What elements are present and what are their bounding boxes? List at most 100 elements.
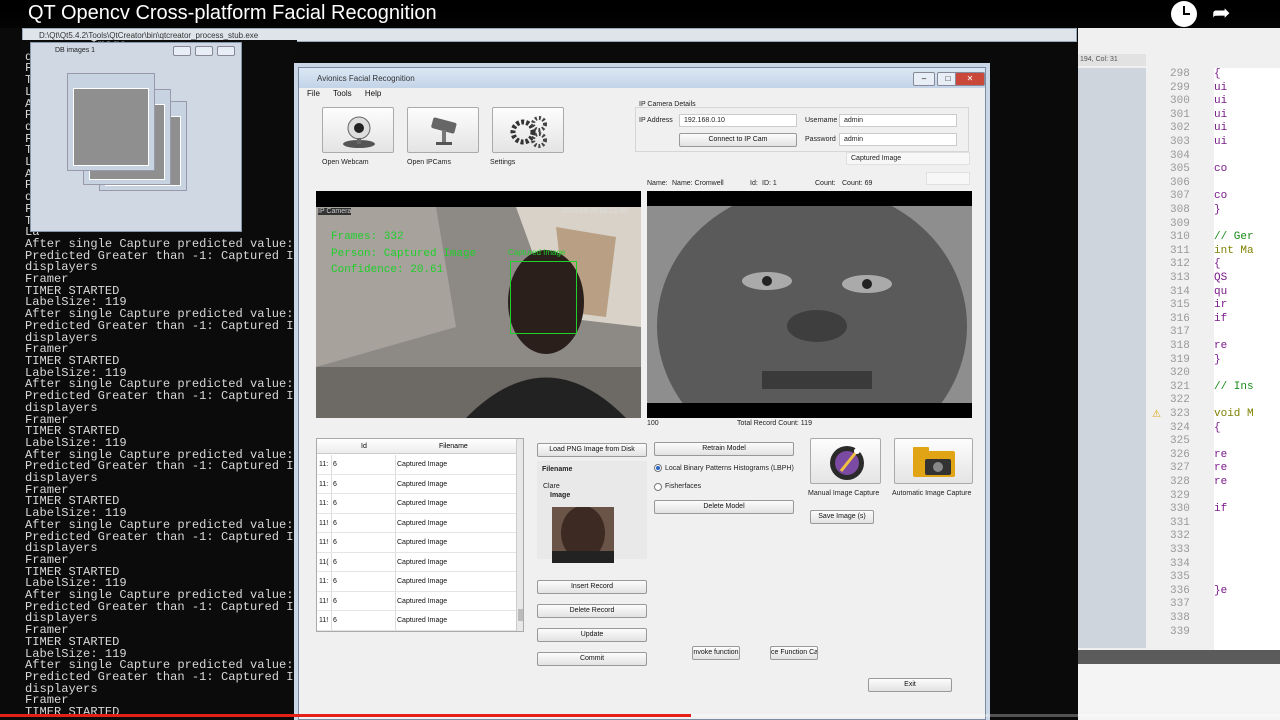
row-id: 6 bbox=[333, 578, 337, 585]
gears-icon bbox=[510, 116, 547, 148]
row-id: 6 bbox=[333, 519, 337, 527]
line-number: 331 bbox=[1170, 516, 1190, 529]
db-maximize-button[interactable] bbox=[195, 46, 213, 56]
console-line: TIMER STARTED bbox=[25, 705, 120, 720]
table-row[interactable]: 11: 6 Captured Image bbox=[317, 455, 516, 475]
window-title: Avionics Facial Recognition bbox=[317, 74, 415, 83]
manual-capture-button[interactable] bbox=[810, 438, 881, 484]
load-png-button[interactable]: Load PNG Image from Disk bbox=[537, 443, 647, 457]
close-button[interactable]: ✕ bbox=[955, 72, 985, 86]
line-number: 306 bbox=[1170, 176, 1190, 189]
password-field[interactable]: admin bbox=[839, 133, 957, 146]
db-minimize-button[interactable] bbox=[173, 46, 191, 56]
insert-record-button[interactable]: Insert Record bbox=[537, 580, 647, 594]
code-line: } bbox=[1214, 353, 1221, 366]
table-row[interactable]: 11! 6 Captured Image bbox=[317, 513, 516, 533]
overlay-timestamp: 2015-09-23 06:12:30 bbox=[562, 208, 627, 215]
delete-model-button[interactable]: Delete Model bbox=[654, 500, 794, 514]
magic-wand-icon bbox=[830, 446, 864, 480]
line-number: 308 bbox=[1170, 204, 1190, 216]
password-label: Password bbox=[805, 136, 836, 143]
ip-address-field[interactable]: 192.168.0.10 bbox=[679, 114, 797, 127]
open-ipcams-button[interactable] bbox=[407, 107, 479, 153]
table-scrollbar[interactable] bbox=[516, 439, 523, 631]
menu-help[interactable]: Help bbox=[365, 89, 381, 98]
retrain-model-button[interactable]: Retrain Model bbox=[654, 442, 794, 456]
main-window[interactable]: Avionics Facial Recognition – □ ✕ File T… bbox=[298, 67, 986, 720]
exit-button[interactable]: Exit bbox=[868, 678, 952, 692]
db-close-button[interactable] bbox=[217, 46, 235, 56]
automatic-capture-button[interactable] bbox=[894, 438, 973, 484]
line-number: 321 bbox=[1170, 380, 1190, 393]
update-button[interactable]: Update bbox=[537, 628, 647, 642]
table-row[interactable]: 11: 6 Captured Image bbox=[317, 474, 516, 494]
lbph-label: Local Binary Patterns Histograms (LBPH) bbox=[665, 465, 794, 472]
commit-button[interactable]: Commit bbox=[537, 652, 647, 666]
total-record-count: Total Record Count: 119 bbox=[737, 420, 812, 427]
code-editor[interactable]: 194, Col: 31 298 299 300 301 302 303 304 305 306… bbox=[1078, 28, 1280, 720]
minimize-button[interactable]: – bbox=[913, 72, 935, 86]
share-icon[interactable]: ➦ bbox=[1212, 0, 1230, 26]
line-number: 338 bbox=[1170, 612, 1190, 624]
code-line: { bbox=[1214, 68, 1221, 80]
lbph-radio[interactable] bbox=[654, 464, 662, 472]
code-line: co bbox=[1214, 190, 1228, 203]
webcam-icon bbox=[343, 116, 375, 148]
table-row[interactable]: 11(6 Captured Image bbox=[317, 552, 516, 572]
db-images-window[interactable]: DB images 1 bbox=[30, 42, 242, 232]
code-line: // Ger bbox=[1214, 231, 1254, 244]
settings-button[interactable] bbox=[492, 107, 564, 153]
open-webcam-button[interactable] bbox=[322, 107, 394, 153]
fisherfaces-label: Fisherfaces bbox=[665, 483, 702, 490]
line-number: 325 bbox=[1170, 435, 1190, 448]
overlay-frames: Frames: 332 bbox=[331, 231, 404, 243]
info-field[interactable] bbox=[926, 172, 970, 185]
table-row[interactable]: 11: 6 Captured Image bbox=[317, 572, 516, 592]
name-value: Name: Cromwell bbox=[672, 180, 724, 187]
code-line: if bbox=[1214, 503, 1228, 516]
delete-record-button[interactable]: Delete Record bbox=[537, 604, 647, 618]
row-id: 6 bbox=[333, 539, 337, 546]
folder-camera-icon bbox=[913, 447, 955, 477]
menu-file[interactable]: File bbox=[307, 89, 320, 98]
line-number: 336 bbox=[1170, 584, 1190, 597]
console-path: D:\Qt\Qt5.4.2\Tools\QtCreator\bin\qtcrea… bbox=[39, 31, 259, 40]
video-title: QT Opencv Cross-platform Facial Recognit… bbox=[28, 2, 437, 24]
table-row[interactable]: 11! 6 Captured Image bbox=[317, 591, 516, 611]
row-number: 11! bbox=[319, 597, 329, 605]
line-number: 329 bbox=[1170, 489, 1190, 502]
header-id[interactable]: Id bbox=[361, 443, 367, 450]
invoke-function-call-button[interactable]: ce Function Ca bbox=[770, 646, 818, 660]
video-progress-fill bbox=[0, 714, 692, 717]
invoke-function-button[interactable]: nvoke function bbox=[692, 646, 740, 660]
connect-ip-cam-button[interactable]: Connect to IP Cam bbox=[679, 133, 797, 147]
detail-panel: Filename Clare Image bbox=[537, 461, 647, 563]
record-face-thumbnail bbox=[552, 507, 614, 563]
automatic-capture-label: Automatic Image Capture bbox=[892, 490, 972, 497]
table-row[interactable]: 11: 6 Captured Image bbox=[317, 494, 516, 514]
code-line: qu bbox=[1214, 285, 1228, 298]
video-progress-bar[interactable] bbox=[0, 714, 1280, 717]
table-row[interactable]: 11! 6 Captured Image bbox=[317, 611, 516, 631]
records-table[interactable]: Id Filename 11: 6 Captured Image 11: 6 Captur… bbox=[316, 438, 524, 632]
save-images-button[interactable]: Save Image (s) bbox=[810, 510, 874, 524]
fisherfaces-radio[interactable] bbox=[654, 483, 662, 491]
code-line: ui bbox=[1214, 108, 1228, 121]
watch-later-icon[interactable] bbox=[1171, 1, 1197, 27]
header-filename[interactable]: Filename bbox=[439, 443, 468, 450]
line-number: 322 bbox=[1170, 394, 1190, 407]
line-number: 323 bbox=[1170, 408, 1190, 420]
table-row[interactable]: 11! 6 Captured Image bbox=[317, 533, 516, 553]
row-number: 11! bbox=[319, 539, 329, 546]
row-number: 11: bbox=[319, 461, 329, 468]
captured-image-field[interactable]: Captured Image bbox=[846, 152, 970, 165]
code-line: re bbox=[1214, 476, 1228, 488]
username-field[interactable]: admin bbox=[839, 114, 957, 127]
face-box-label: Captured Image bbox=[508, 248, 566, 257]
code-line: ui bbox=[1214, 95, 1228, 108]
line-number: 320 bbox=[1170, 367, 1190, 380]
menu-tools[interactable]: Tools bbox=[333, 89, 352, 98]
security-camera-icon bbox=[431, 117, 457, 145]
line-number: 334 bbox=[1170, 557, 1190, 570]
code-line: ui bbox=[1214, 122, 1228, 135]
